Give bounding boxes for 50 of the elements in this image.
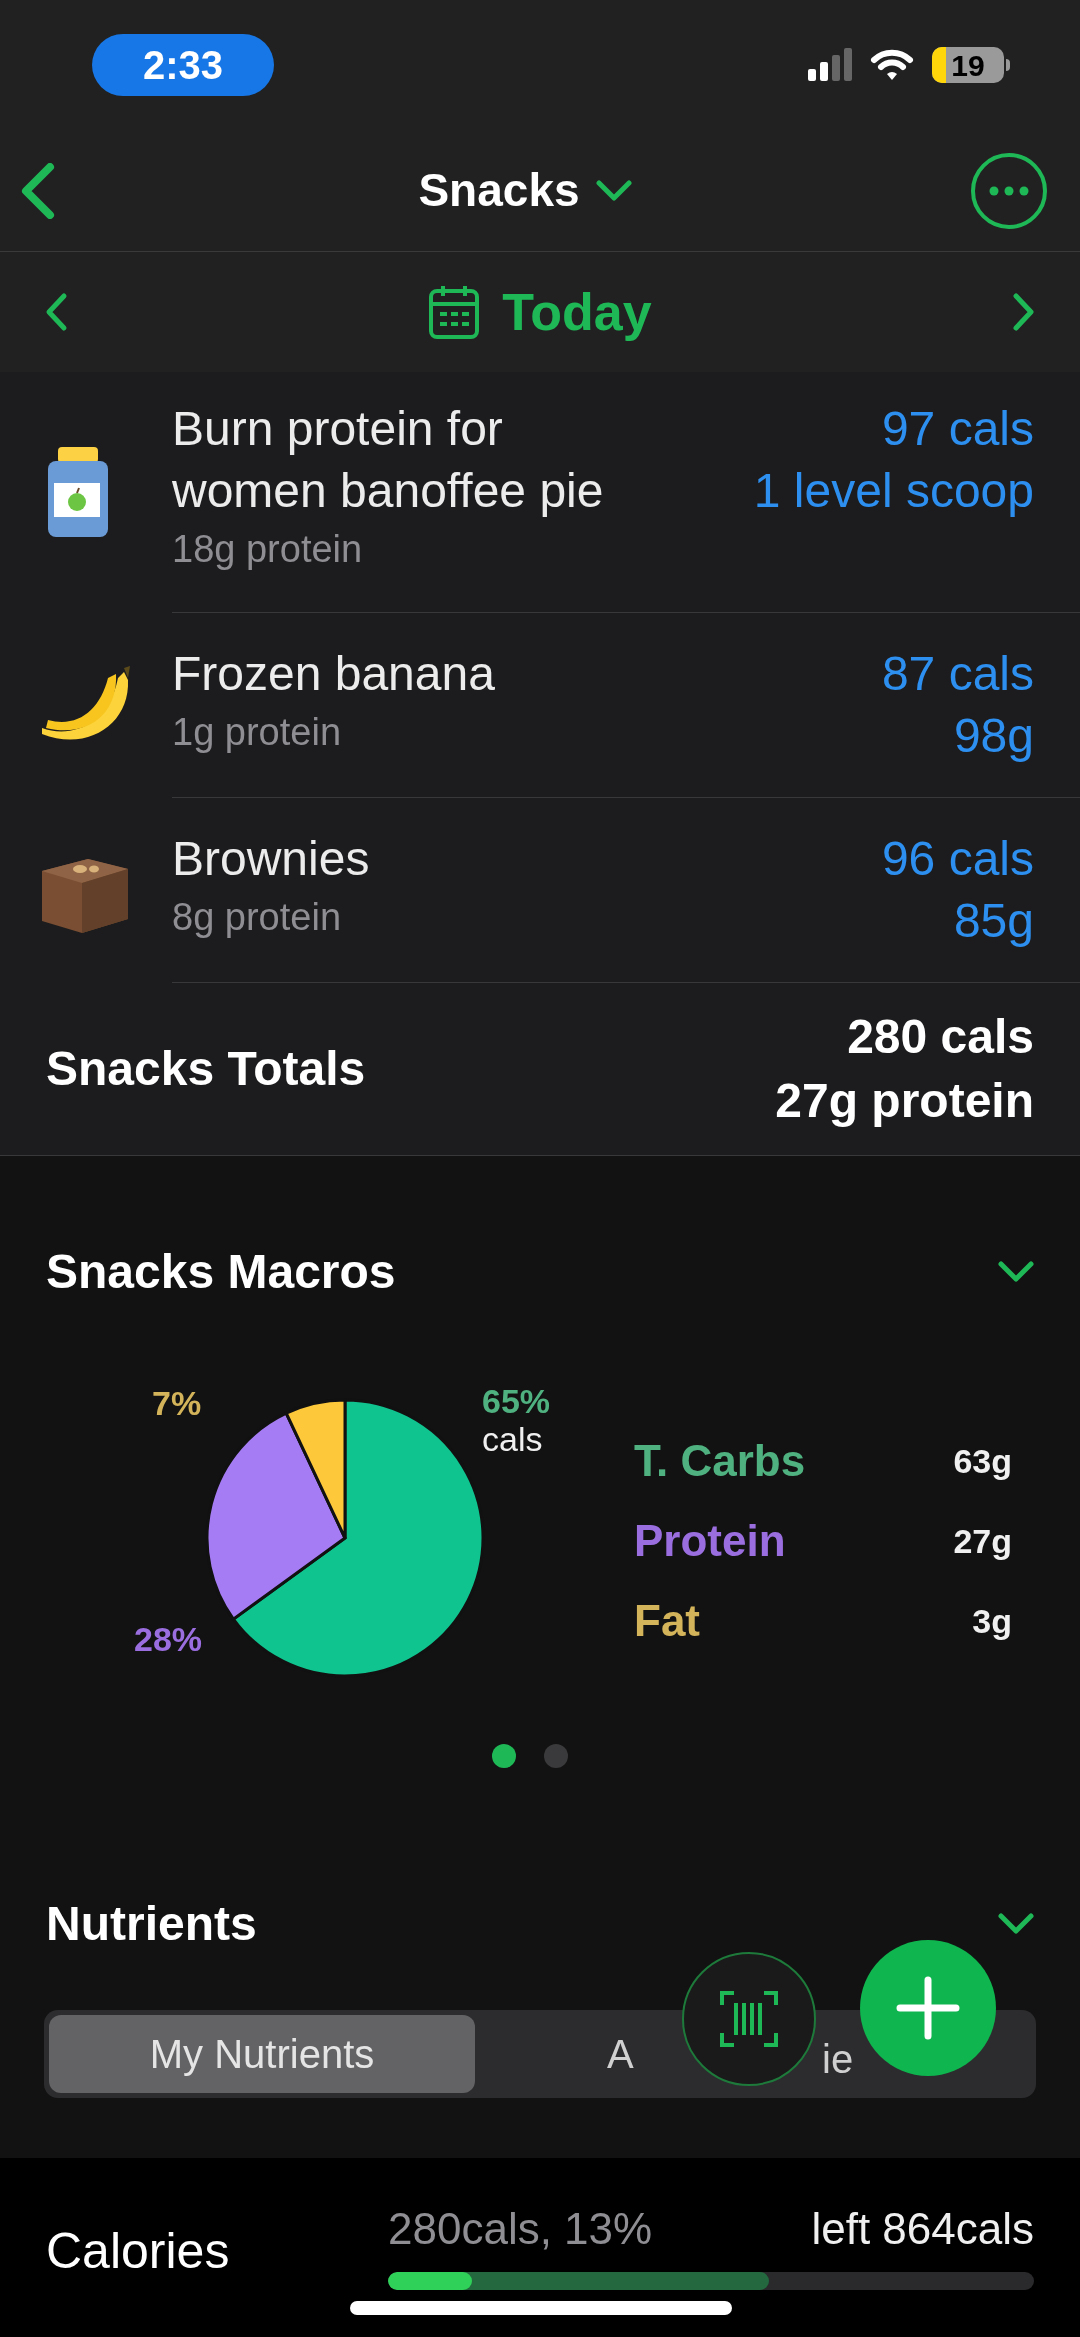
food-protein: 18g protein <box>172 527 364 572</box>
collapse-button[interactable] <box>998 1261 1034 1283</box>
legend-label: T. Carbs <box>634 1435 806 1487</box>
food-protein: 8g protein <box>172 895 342 940</box>
barcode-icon <box>720 1991 778 2047</box>
food-calories: 97 cals <box>881 401 1034 457</box>
segment-tab[interactable]: My Nutrients <box>49 2015 475 2093</box>
total-protein: 27g protein <box>775 1073 1034 1129</box>
more-button[interactable] <box>970 151 1048 230</box>
food-name: Burn protein for women banoffee pie <box>172 401 605 519</box>
percent-label: 65% <box>482 1382 551 1420</box>
legend-label: Fat <box>634 1595 700 1647</box>
section-title: Snacks Macros <box>46 1244 396 1300</box>
battery-charge-fill <box>932 47 946 83</box>
food-amount: 98g <box>953 708 1034 764</box>
legend-value: 27g <box>953 1520 1012 1562</box>
calories-left: left 864cals <box>811 2203 1034 2255</box>
cals-label: cals <box>482 1420 543 1458</box>
food-amount: 85g <box>953 893 1034 949</box>
calories-consumed: 280cals, 13% <box>388 2203 653 2255</box>
legend-value: 3g <box>972 1600 1012 1642</box>
back-icon <box>20 162 56 219</box>
total-calories: 280 cals <box>847 1009 1034 1065</box>
totals-label: Snacks Totals <box>46 1041 366 1097</box>
meal-selector[interactable]: Snacks <box>418 156 632 225</box>
food-name: Frozen banana <box>172 646 496 702</box>
percent-label: 28% <box>134 1620 203 1658</box>
food-name: Brownies <box>172 831 371 887</box>
section-title: Nutrients <box>46 1896 257 1952</box>
food-calories: 96 cals <box>881 831 1034 887</box>
next-day-button[interactable] <box>1012 292 1036 332</box>
segment-tab[interactable]: A <box>605 2015 636 2093</box>
date-button[interactable]: Today <box>428 273 652 351</box>
calories-label: Calories <box>46 2222 231 2281</box>
legend-label: Protein <box>634 1515 786 1567</box>
percent-label: 7% <box>152 1384 202 1422</box>
food-protein: 1g protein <box>172 710 342 755</box>
legend-value: 63g <box>953 1440 1012 1482</box>
food-amount: 1 level scoop <box>753 463 1034 519</box>
wifi-icon <box>870 48 914 82</box>
calendar-icon <box>428 284 481 340</box>
chevron-down-icon <box>595 179 632 202</box>
status-time: 2:33 <box>92 34 274 96</box>
previous-day-button[interactable] <box>44 292 68 332</box>
plus-icon <box>896 1976 960 2040</box>
food-calories: 87 cals <box>881 646 1034 702</box>
battery-level: 19 <box>951 47 985 83</box>
signal-icon <box>806 47 852 83</box>
collapse-button[interactable] <box>998 1913 1034 1935</box>
tab-label-fragment: ie <box>822 2036 854 2083</box>
